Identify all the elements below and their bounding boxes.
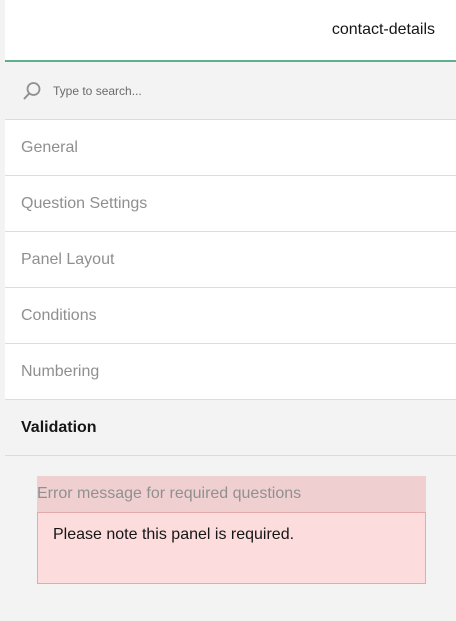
required-error-field-title: Error message for required questions xyxy=(37,476,426,512)
required-error-text-input[interactable]: Please note this panel is required. xyxy=(37,512,426,584)
validation-content: Error message for required questions Ple… xyxy=(5,456,456,621)
search-bar xyxy=(5,62,456,120)
section-question-settings[interactable]: Question Settings xyxy=(5,176,456,232)
section-panel-layout[interactable]: Panel Layout xyxy=(5,232,456,288)
search-input[interactable] xyxy=(53,83,353,98)
section-numbering[interactable]: Numbering xyxy=(5,344,456,400)
section-validation[interactable]: Validation xyxy=(5,400,456,456)
search-icon xyxy=(22,81,42,101)
section-general[interactable]: General xyxy=(5,120,456,176)
panel-title: contact-details xyxy=(331,21,435,38)
section-conditions[interactable]: Conditions xyxy=(5,288,456,344)
panel-header: contact-details xyxy=(5,0,456,62)
property-grid-panel: contact-details General Question Setting… xyxy=(0,0,456,621)
